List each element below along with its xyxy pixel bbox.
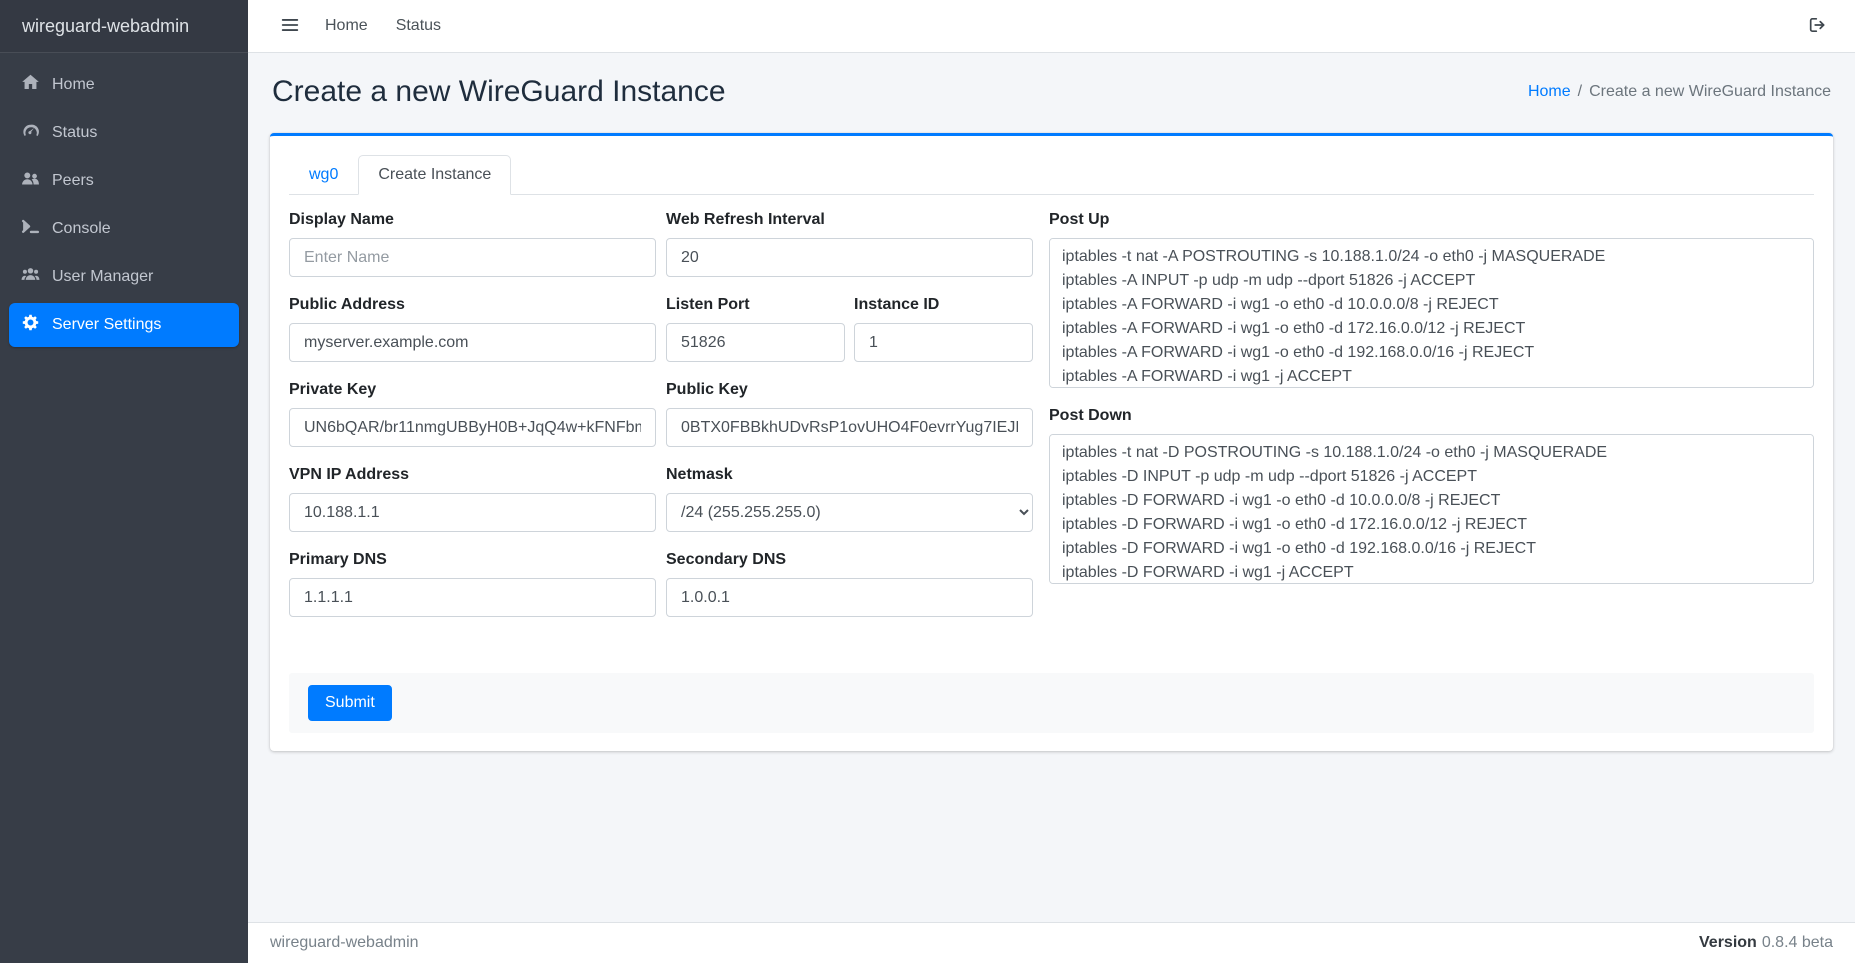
navbar-link-home[interactable]: Home [314, 9, 379, 43]
display-name-input[interactable] [289, 238, 656, 277]
display-name-label: Display Name [289, 211, 656, 229]
users-icon [21, 265, 40, 289]
display-name-group: Display Name [289, 211, 656, 277]
home-icon [21, 73, 40, 97]
page-title: Create a new WireGuard Instance [272, 75, 726, 109]
app-root: wireguard-webadmin Home Status Peers Con… [0, 0, 1855, 963]
secondary-dns-label: Secondary DNS [666, 551, 1033, 569]
instance-form: Display Name Web Refresh Interval Public… [289, 195, 1814, 636]
terminal-icon [21, 217, 40, 241]
sidebar-item-label: User Manager [52, 268, 153, 286]
navbar-link-status[interactable]: Status [385, 9, 452, 43]
primary-dns-input[interactable] [289, 578, 656, 617]
gears-icon [21, 313, 40, 337]
public-address-label: Public Address [289, 296, 656, 314]
post-up-textarea[interactable]: iptables -t nat -A POSTROUTING -s 10.188… [1049, 238, 1814, 388]
sidebar-item-label: Peers [52, 172, 94, 190]
web-refresh-group: Web Refresh Interval [666, 211, 1033, 277]
private-key-label: Private Key [289, 381, 656, 399]
secondary-dns-group: Secondary DNS [666, 551, 1033, 617]
primary-dns-group: Primary DNS [289, 551, 656, 617]
hamburger-icon [281, 16, 299, 37]
vpn-ip-input[interactable] [289, 493, 656, 532]
instance-id-group: Instance ID [854, 296, 1033, 362]
sidebar-item-label: Server Settings [52, 316, 161, 334]
sidebar-item-label: Console [52, 220, 111, 238]
version-label: Version [1699, 934, 1757, 951]
listen-port-label: Listen Port [666, 296, 845, 314]
sidebar: wireguard-webadmin Home Status Peers Con… [0, 0, 248, 963]
vpn-ip-group: VPN IP Address [289, 466, 656, 532]
listen-port-input[interactable] [666, 323, 845, 362]
logout-button[interactable] [1800, 8, 1836, 44]
submit-strip: Submit [289, 673, 1814, 733]
post-down-label: Post Down [1049, 407, 1814, 425]
sidebar-item-label: Status [52, 124, 97, 142]
card-body: wg0 Create Instance Display Name Web Ref… [270, 136, 1833, 751]
main-column: Home Status Create a new WireGuard Insta… [248, 0, 1855, 963]
public-key-input[interactable] [666, 408, 1033, 447]
submit-button[interactable]: Submit [308, 685, 392, 721]
version-value: 0.8.4 beta [1762, 934, 1833, 951]
brand-link[interactable]: wireguard-webadmin [0, 0, 248, 53]
sidebar-menu: Home Status Peers Console User Manager S [0, 53, 248, 361]
listen-port-group: Listen Port [666, 296, 845, 362]
public-key-group: Public Key [666, 381, 1033, 447]
sign-out-icon [1809, 16, 1827, 37]
public-address-group: Public Address [289, 296, 656, 362]
page-footer: wireguard-webadmin Version 0.8.4 beta [248, 922, 1855, 963]
public-key-label: Public Key [666, 381, 1033, 399]
tab-create-instance[interactable]: Create Instance [358, 155, 511, 195]
web-refresh-label: Web Refresh Interval [666, 211, 1033, 229]
instance-id-label: Instance ID [854, 296, 1033, 314]
vpn-ip-label: VPN IP Address [289, 466, 656, 484]
footer-app-name: wireguard-webadmin [270, 934, 419, 952]
primary-dns-label: Primary DNS [289, 551, 656, 569]
top-navbar: Home Status [248, 0, 1855, 53]
gauge-icon [21, 121, 40, 145]
breadcrumb: Home / Create a new WireGuard Instance [1528, 83, 1831, 101]
sidebar-item-user-manager[interactable]: User Manager [9, 255, 239, 299]
port-id-row: Listen Port Instance ID [666, 296, 1033, 381]
people-icon [21, 169, 40, 193]
sidebar-item-label: Home [52, 76, 95, 94]
post-up-label: Post Up [1049, 211, 1814, 229]
sidebar-item-console[interactable]: Console [9, 207, 239, 251]
tab-bar: wg0 Create Instance [289, 155, 1814, 195]
netmask-label: Netmask [666, 466, 1033, 484]
instance-id-input[interactable] [854, 323, 1033, 362]
post-down-group: Post Down iptables -t nat -D POSTROUTING… [1049, 407, 1814, 584]
private-key-group: Private Key [289, 381, 656, 447]
public-address-input[interactable] [289, 323, 656, 362]
sidebar-item-status[interactable]: Status [9, 111, 239, 155]
hamburger-menu-button[interactable] [272, 8, 308, 44]
content-area: Create a new WireGuard Instance Home / Cre… [248, 53, 1855, 922]
netmask-group: Netmask /24 (255.255.255.0) [666, 466, 1033, 532]
breadcrumb-home-link[interactable]: Home [1528, 83, 1571, 100]
tab-wg0[interactable]: wg0 [289, 155, 358, 195]
secondary-dns-input[interactable] [666, 578, 1033, 617]
left-field-grid: Display Name Web Refresh Interval Public… [289, 211, 1033, 636]
right-field-column: Post Up iptables -t nat -A POSTROUTING -… [1049, 211, 1814, 636]
breadcrumb-current: Create a new WireGuard Instance [1589, 83, 1831, 100]
private-key-input[interactable] [289, 408, 656, 447]
post-up-group: Post Up iptables -t nat -A POSTROUTING -… [1049, 211, 1814, 388]
instance-card: wg0 Create Instance Display Name Web Ref… [270, 133, 1833, 751]
sidebar-item-server-settings[interactable]: Server Settings [9, 303, 239, 347]
sidebar-item-peers[interactable]: Peers [9, 159, 239, 203]
version-info: Version 0.8.4 beta [1699, 934, 1833, 952]
post-down-textarea[interactable]: iptables -t nat -D POSTROUTING -s 10.188… [1049, 434, 1814, 584]
page-header: Create a new WireGuard Instance Home / Cre… [272, 75, 1831, 109]
web-refresh-input[interactable] [666, 238, 1033, 277]
netmask-select[interactable]: /24 (255.255.255.0) [666, 493, 1033, 532]
breadcrumb-separator: / [1578, 83, 1582, 100]
sidebar-item-home[interactable]: Home [9, 63, 239, 107]
